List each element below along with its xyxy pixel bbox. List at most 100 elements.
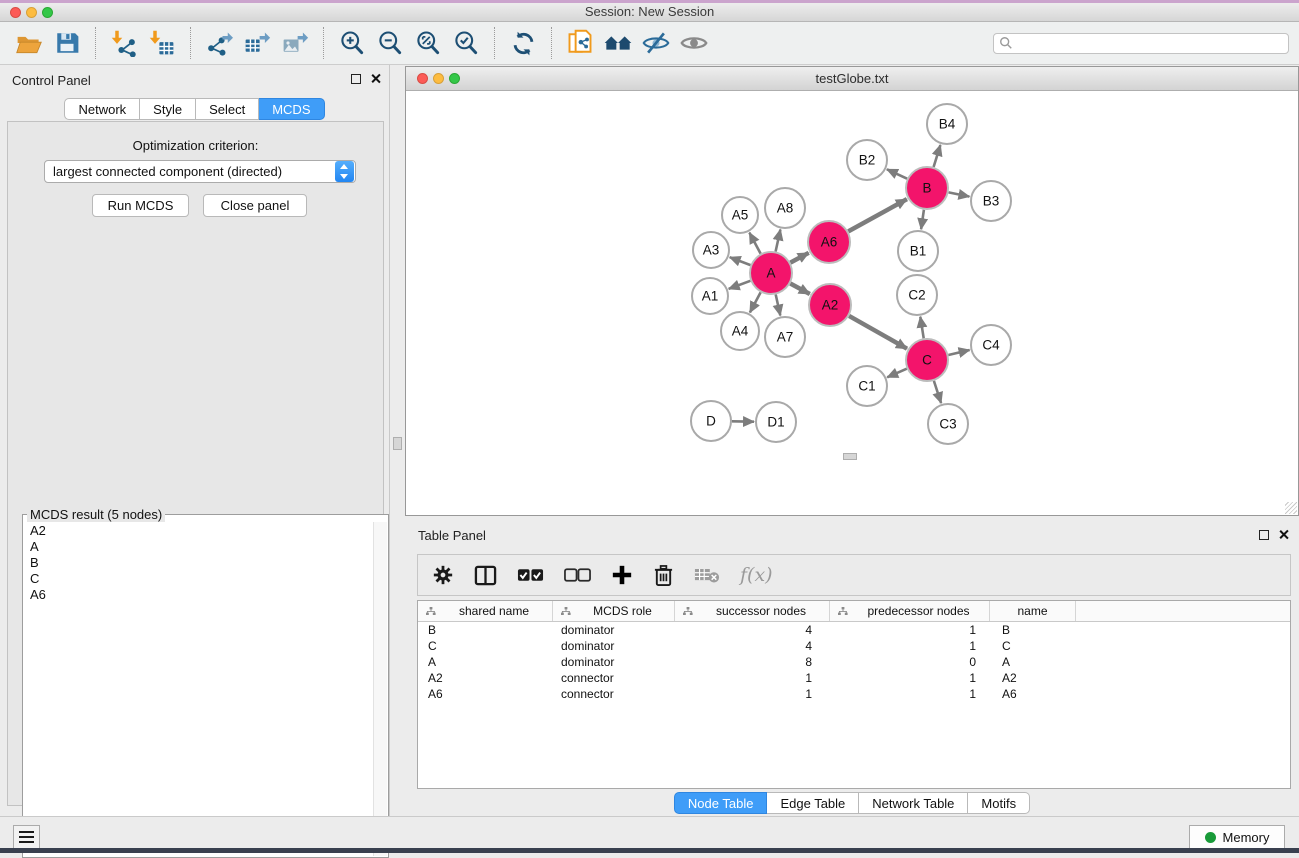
- mcds-result-item[interactable]: A2: [24, 522, 373, 538]
- open-session-icon[interactable]: [13, 27, 45, 59]
- table-cell[interactable]: 0: [830, 654, 990, 670]
- graph-edge-B-B3[interactable]: [949, 192, 970, 196]
- home-icon[interactable]: [602, 27, 634, 59]
- graph-edge-B-B2[interactable]: [887, 169, 907, 178]
- table-cell[interactable]: C: [418, 638, 553, 654]
- tab-network[interactable]: Network: [64, 98, 140, 120]
- table-cell[interactable]: A: [418, 654, 553, 670]
- table-cell[interactable]: 1: [830, 670, 990, 686]
- table-cell[interactable]: 1: [830, 622, 990, 638]
- memory-button[interactable]: Memory: [1189, 825, 1285, 849]
- table-cell[interactable]: 4: [675, 622, 830, 638]
- table-cell[interactable]: B: [990, 622, 1076, 638]
- table-cell[interactable]: dominator: [553, 622, 675, 638]
- table-cell[interactable]: connector: [553, 670, 675, 686]
- export-table-icon[interactable]: [241, 27, 273, 59]
- column-header-successor-nodes[interactable]: successor nodes: [675, 601, 830, 621]
- table-row[interactable]: Bdominator41B: [418, 622, 1290, 638]
- table-row[interactable]: A6connector11A6: [418, 686, 1290, 702]
- tab-style[interactable]: Style: [140, 98, 196, 120]
- graph-edge-A-A4[interactable]: [750, 292, 761, 312]
- search-input[interactable]: [1013, 36, 1283, 50]
- table-cell[interactable]: 1: [830, 638, 990, 654]
- tab-motifs[interactable]: Motifs: [968, 792, 1030, 814]
- import-table-icon[interactable]: [146, 27, 178, 59]
- graph-edge-A-A6[interactable]: [790, 253, 808, 263]
- zoom-selected-icon[interactable]: [450, 27, 482, 59]
- tab-node-table[interactable]: Node Table: [674, 792, 768, 814]
- criterion-select[interactable]: largest connected component (directed): [44, 160, 356, 183]
- column-header-predecessor-nodes[interactable]: predecessor nodes: [830, 601, 990, 621]
- graph-edge-A-A8[interactable]: [776, 230, 781, 252]
- run-mcds-button[interactable]: Run MCDS: [92, 194, 189, 217]
- table-cell[interactable]: C: [990, 638, 1076, 654]
- table-cell[interactable]: A2: [418, 670, 553, 686]
- vertical-splitter-handle[interactable]: [393, 437, 402, 450]
- zoom-out-icon[interactable]: [374, 27, 406, 59]
- table-cell[interactable]: A6: [418, 686, 553, 702]
- horizontal-splitter-handle[interactable]: [843, 453, 857, 460]
- mcds-result-item[interactable]: C: [24, 570, 373, 586]
- refresh-icon[interactable]: [507, 27, 539, 59]
- tab-network-table[interactable]: Network Table: [859, 792, 968, 814]
- network-graph-canvas[interactable]: B4B2BB3B1A5A8A6A3AA1C2A2A4A7C4CC1C3DD1: [406, 91, 1298, 515]
- close-panel-icon[interactable]: [370, 73, 381, 84]
- float-table-panel-icon[interactable]: [1259, 530, 1269, 540]
- table-cell[interactable]: dominator: [553, 654, 675, 670]
- graph-edge-A-A2[interactable]: [790, 284, 810, 295]
- window-resize-grip[interactable]: [1285, 502, 1297, 514]
- minimize-window-button[interactable]: [26, 7, 37, 18]
- graph-edge-A-A5[interactable]: [749, 233, 760, 254]
- import-network-icon[interactable]: [108, 27, 140, 59]
- table-cell[interactable]: A: [990, 654, 1076, 670]
- clone-network-icon[interactable]: [564, 27, 596, 59]
- graph-edge-A-A1[interactable]: [729, 281, 751, 289]
- table-cell[interactable]: A2: [990, 670, 1076, 686]
- maximize-window-button[interactable]: [42, 7, 53, 18]
- graph-edge-B-B4[interactable]: [934, 145, 941, 167]
- graph-edge-C-C4[interactable]: [948, 350, 969, 355]
- table-cell[interactable]: 8: [675, 654, 830, 670]
- show-all-icon[interactable]: [678, 27, 710, 59]
- delete-column-icon[interactable]: [653, 560, 674, 590]
- network-close-button[interactable]: [417, 73, 428, 84]
- table-row[interactable]: Adominator80A: [418, 654, 1290, 670]
- show-columns-icon[interactable]: [474, 560, 497, 590]
- add-column-icon[interactable]: [611, 560, 633, 590]
- table-cell[interactable]: connector: [553, 686, 675, 702]
- table-cell[interactable]: 1: [675, 686, 830, 702]
- graph-edge-C-C3[interactable]: [934, 381, 941, 403]
- graph-edge-C-C1[interactable]: [887, 369, 907, 378]
- graph-edge-A-A3[interactable]: [730, 257, 751, 265]
- select-all-icon[interactable]: [517, 560, 544, 590]
- table-cell[interactable]: 1: [830, 686, 990, 702]
- zoom-fit-icon[interactable]: [412, 27, 444, 59]
- table-cell[interactable]: B: [418, 622, 553, 638]
- table-row[interactable]: A2connector11A2: [418, 670, 1290, 686]
- mcds-result-item[interactable]: A6: [24, 586, 373, 602]
- table-cell[interactable]: 1: [675, 670, 830, 686]
- column-header-MCDS-role[interactable]: MCDS role: [553, 601, 675, 621]
- table-cell[interactable]: dominator: [553, 638, 675, 654]
- graph-edge-A-A7[interactable]: [776, 295, 781, 316]
- table-row[interactable]: Cdominator41C: [418, 638, 1290, 654]
- mcds-result-item[interactable]: A: [24, 538, 373, 554]
- task-history-button[interactable]: [13, 825, 40, 849]
- deselect-all-icon[interactable]: [564, 560, 591, 590]
- close-window-button[interactable]: [10, 7, 21, 18]
- table-settings-icon[interactable]: [432, 560, 454, 590]
- export-network-icon[interactable]: [203, 27, 235, 59]
- close-table-panel-icon[interactable]: [1278, 529, 1289, 540]
- graph-edge-B-B1[interactable]: [921, 210, 924, 229]
- export-image-icon[interactable]: [279, 27, 311, 59]
- float-panel-icon[interactable]: [351, 74, 361, 84]
- hide-selected-icon[interactable]: [640, 27, 672, 59]
- mcds-list-scrollbar[interactable]: [373, 522, 387, 856]
- graph-edge-A2-C[interactable]: [849, 316, 907, 349]
- table-cell[interactable]: 4: [675, 638, 830, 654]
- tab-mcds[interactable]: MCDS: [259, 98, 324, 120]
- close-panel-button[interactable]: Close panel: [203, 194, 307, 217]
- tab-edge-table[interactable]: Edge Table: [767, 792, 859, 814]
- graph-edge-C-C2[interactable]: [920, 317, 923, 339]
- column-header-shared-name[interactable]: shared name: [418, 601, 553, 621]
